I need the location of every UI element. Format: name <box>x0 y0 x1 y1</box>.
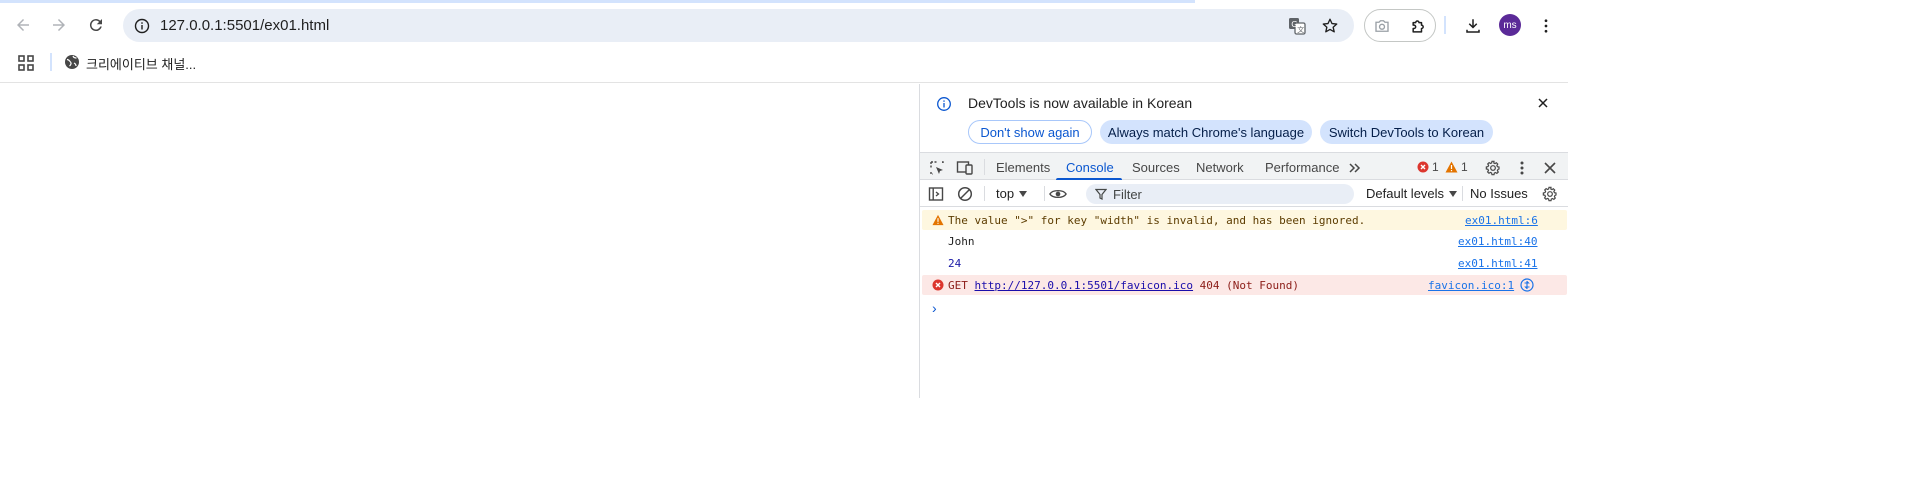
console-toolbar: top Filter Default levels No Issues <box>920 180 1568 207</box>
error-icon <box>1417 161 1429 173</box>
error-source-link[interactable]: favicon.ico:1 <box>1428 279 1514 292</box>
tab-console[interactable]: Console <box>1066 160 1114 175</box>
console-warning-row[interactable]: The value ">" for key "width" is invalid… <box>922 210 1567 230</box>
site-info-icon[interactable] <box>132 16 152 36</box>
error-message: GET http://127.0.0.1:5501/favicon.ico 40… <box>948 279 1299 292</box>
browser-toolbar: 127.0.0.1:5501/ex01.html G文 ms <box>0 0 1568 50</box>
console-settings-icon[interactable] <box>1541 185 1559 203</box>
tab-performance[interactable]: Performance <box>1265 160 1339 175</box>
log-message: John <box>948 235 975 248</box>
warning-icon <box>1445 161 1458 173</box>
error-status: 404 (Not Found) <box>1199 279 1300 292</box>
clear-console-icon[interactable] <box>956 185 974 203</box>
bookmark-item[interactable]: 크리에이티브 채널... <box>64 52 196 74</box>
console-filter-input[interactable]: Filter <box>1086 184 1354 204</box>
switch-devtools-language-button[interactable]: Switch DevTools to Korean <box>1320 120 1493 144</box>
svg-text:文: 文 <box>1297 25 1304 34</box>
apps-icon[interactable] <box>17 54 35 72</box>
log-message: 24 <box>948 257 962 270</box>
console-log-row[interactable]: John ex01.html:40 <box>922 231 1567 251</box>
warning-source-link[interactable]: ex01.html:6 <box>1465 214 1538 227</box>
error-url-link[interactable]: http://127.0.0.1:5501/favicon.ico <box>975 279 1194 292</box>
extensions-icon[interactable] <box>1408 15 1430 37</box>
tab-network[interactable]: Network <box>1196 160 1244 175</box>
log-levels-label: Default levels <box>1366 186 1445 201</box>
camera-icon[interactable] <box>1371 15 1393 37</box>
bookmarks-bar: 크리에이티브 채널... <box>0 50 1568 83</box>
more-tabs-icon[interactable] <box>1346 159 1364 177</box>
console-toolbar-separator <box>1462 186 1463 201</box>
bookmark-separator <box>50 53 52 71</box>
console-prompt[interactable]: › <box>932 300 937 316</box>
page-viewport <box>0 84 919 398</box>
context-selector[interactable]: top <box>996 186 1028 201</box>
error-counter[interactable]: 1 <box>1417 160 1439 174</box>
url-text[interactable]: 127.0.0.1:5501/ex01.html <box>160 17 329 34</box>
warning-count: 1 <box>1461 160 1468 174</box>
download-icon[interactable] <box>1462 15 1484 37</box>
warning-counter[interactable]: 1 <box>1445 160 1468 174</box>
live-expression-eye-icon[interactable] <box>1049 185 1067 203</box>
forward-icon[interactable] <box>47 13 71 37</box>
back-icon[interactable] <box>11 13 35 37</box>
avatar[interactable]: ms <box>1499 14 1521 36</box>
context-label: top <box>996 186 1015 201</box>
reload-icon[interactable] <box>84 13 108 37</box>
console-error-row[interactable]: GET http://127.0.0.1:5501/favicon.ico 40… <box>922 275 1567 295</box>
error-count: 1 <box>1432 160 1439 174</box>
devtools-menu-icon[interactable] <box>1513 159 1531 177</box>
settings-icon[interactable] <box>1484 159 1502 177</box>
devtools-panel: DevTools is now available in Korean Don'… <box>920 84 1568 398</box>
chevron-down-icon <box>1019 190 1028 197</box>
always-match-language-button[interactable]: Always match Chrome's language <box>1100 120 1312 144</box>
network-request-icon[interactable] <box>1520 278 1534 292</box>
star-icon[interactable] <box>1319 15 1341 37</box>
infobar-message: DevTools is now available in Korean <box>968 95 1193 111</box>
info-icon <box>936 96 952 112</box>
chevron-down-icon <box>1449 190 1458 197</box>
error-icon <box>932 279 944 291</box>
console-log-row[interactable]: 24 ex01.html:41 <box>922 253 1567 273</box>
close-devtools-icon[interactable] <box>1541 159 1559 177</box>
dont-show-again-button[interactable]: Don't show again <box>968 120 1092 144</box>
filter-icon <box>1095 188 1107 200</box>
warning-icon <box>932 214 944 226</box>
language-infobar: DevTools is now available in Korean Don'… <box>920 84 1568 152</box>
more-icon[interactable] <box>1535 15 1557 37</box>
log-source-link[interactable]: ex01.html:40 <box>1458 235 1537 248</box>
tab-sources[interactable]: Sources <box>1132 160 1180 175</box>
device-toolbar-icon[interactable] <box>956 159 974 177</box>
console-toolbar-separator <box>1044 186 1045 201</box>
log-source-link[interactable]: ex01.html:41 <box>1458 257 1537 270</box>
console-toolbar-separator <box>984 186 985 201</box>
issues-counter[interactable]: No Issues <box>1470 186 1528 201</box>
error-method: GET <box>948 279 968 292</box>
translate-icon[interactable]: G文 <box>1286 15 1308 37</box>
globe-icon <box>64 54 80 73</box>
inspect-element-icon[interactable] <box>928 159 946 177</box>
devtools-tabbar: Elements Console Sources Network Perform… <box>920 152 1568 180</box>
warning-message: The value ">" for key "width" is invalid… <box>948 214 1366 227</box>
sidebar-toggle-icon[interactable] <box>927 185 945 203</box>
filter-placeholder: Filter <box>1113 186 1142 202</box>
tab-elements[interactable]: Elements <box>996 160 1050 175</box>
tabbar-separator <box>984 159 985 175</box>
close-icon[interactable] <box>1536 96 1550 110</box>
log-levels-dropdown[interactable]: Default levels <box>1366 186 1458 201</box>
toolbar-separator <box>1444 16 1446 34</box>
bookmark-label: 크리에이티브 채널... <box>86 56 197 72</box>
